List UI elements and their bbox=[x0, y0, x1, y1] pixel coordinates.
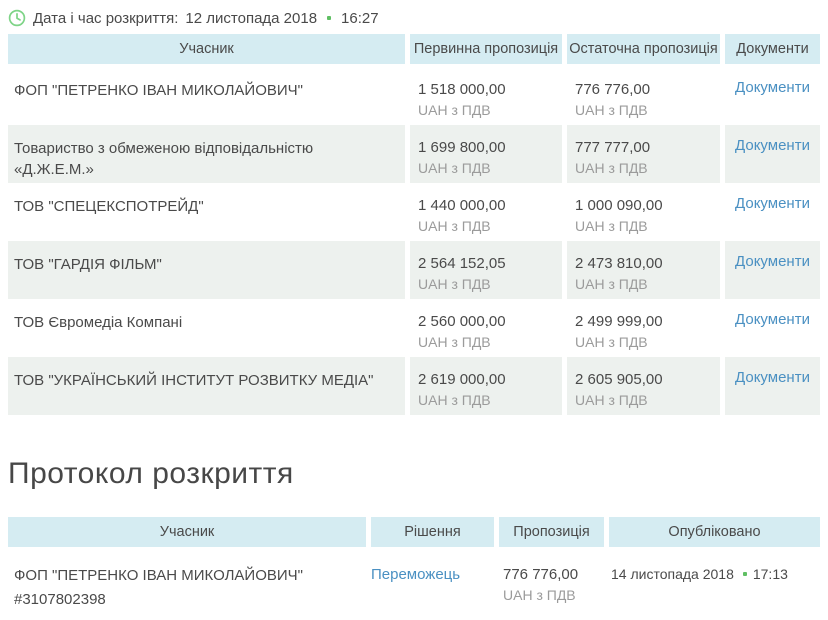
bid-amount: 2 619 000,00 bbox=[418, 369, 554, 390]
column-header-bid: Пропозиція bbox=[499, 517, 604, 547]
participant-name: Товариство з обмеженою відповідальністю … bbox=[8, 125, 405, 183]
disclosure-datetime-line: Дата і час розкриття: 12 листопада 2018 … bbox=[8, 9, 828, 27]
column-header-participant: Учасник bbox=[8, 517, 366, 547]
currency-note: UAH з ПДВ bbox=[418, 274, 554, 295]
table-row: ФОП "ПЕТРЕНКО ІВАН МИКОЛАЙОВИЧ" 1 518 00… bbox=[8, 67, 828, 125]
bid-amount: 2 605 905,00 bbox=[575, 369, 712, 390]
documents-cell: Документи bbox=[725, 299, 820, 357]
currency-note: UAH з ПДВ bbox=[503, 585, 604, 606]
table-row: ТОВ "СПЕЦЕКСПОТРЕЙД" 1 440 000,00 UAH з … bbox=[8, 183, 828, 241]
final-bid-cell: 776 776,00 UAH з ПДВ bbox=[567, 67, 720, 125]
clock-icon bbox=[8, 9, 26, 27]
bid-amount: 2 473 810,00 bbox=[575, 253, 712, 274]
bid-amount: 776 776,00 bbox=[575, 79, 712, 100]
currency-note: UAH з ПДВ bbox=[418, 216, 554, 237]
currency-note: UAH з ПДВ bbox=[575, 332, 712, 353]
final-bid-cell: 2 499 999,00 UAH з ПДВ bbox=[567, 299, 720, 357]
protocol-header-row: Учасник Рішення Пропозиція Опубліковано bbox=[8, 517, 828, 547]
published-date: 14 листопада 2018 bbox=[611, 565, 734, 583]
currency-note: UAH з ПДВ bbox=[575, 158, 712, 179]
table-row: ТОВ "ГАРДІЯ ФІЛЬМ" 2 564 152,05 UAH з ПД… bbox=[8, 241, 828, 299]
initial-bid-cell: 1 699 800,00 UAH з ПДВ bbox=[410, 125, 562, 183]
currency-note: UAH з ПДВ bbox=[575, 216, 712, 237]
bids-table-header-row: Учасник Первинна пропозиція Остаточна пр… bbox=[8, 34, 828, 64]
bid-cell: 776 776,00 UAH з ПДВ bbox=[499, 552, 604, 608]
documents-link[interactable]: Документи bbox=[735, 253, 810, 270]
table-row: ФОП "ПЕТРЕНКО ІВАН МИКОЛАЙОВИЧ" #3107802… bbox=[8, 552, 828, 608]
bid-amount: 1 440 000,00 bbox=[418, 195, 554, 216]
participant-name: ТОВ "ГАРДІЯ ФІЛЬМ" bbox=[8, 241, 405, 299]
currency-note: UAH з ПДВ bbox=[575, 100, 712, 121]
initial-bid-cell: 1 440 000,00 UAH з ПДВ bbox=[410, 183, 562, 241]
initial-bid-cell: 2 619 000,00 UAH з ПДВ bbox=[410, 357, 562, 415]
final-bid-cell: 2 605 905,00 UAH з ПДВ bbox=[567, 357, 720, 415]
column-header-decision: Рішення bbox=[371, 517, 494, 547]
documents-link[interactable]: Документи bbox=[735, 369, 810, 386]
documents-link[interactable]: Документи bbox=[735, 195, 810, 212]
published-time: 17:13 bbox=[753, 565, 788, 583]
disclosure-label: Дата і час розкриття: bbox=[33, 10, 178, 27]
disclosure-date: 12 листопада 2018 bbox=[185, 10, 317, 27]
currency-note: UAH з ПДВ bbox=[418, 332, 554, 353]
documents-cell: Документи bbox=[725, 67, 820, 125]
winner-link[interactable]: Переможець bbox=[371, 566, 460, 583]
documents-cell: Документи bbox=[725, 125, 820, 183]
currency-note: UAH з ПДВ bbox=[575, 390, 712, 411]
column-header-published: Опубліковано bbox=[609, 517, 820, 547]
bid-amount: 777 777,00 bbox=[575, 137, 712, 158]
currency-note: UAH з ПДВ bbox=[418, 158, 554, 179]
participant-name: ТОВ "СПЕЦЕКСПОТРЕЙД" bbox=[8, 183, 405, 241]
final-bid-cell: 1 000 090,00 UAH з ПДВ bbox=[567, 183, 720, 241]
protocol-title: Протокол розкриття bbox=[8, 457, 828, 490]
currency-note: UAH з ПДВ bbox=[418, 390, 554, 411]
decision-cell: Переможець bbox=[371, 552, 494, 608]
documents-link[interactable]: Документи bbox=[735, 79, 810, 96]
bid-amount: 1 699 800,00 bbox=[418, 137, 554, 158]
initial-bid-cell: 1 518 000,00 UAH з ПДВ bbox=[410, 67, 562, 125]
bid-amount: 2 499 999,00 bbox=[575, 311, 712, 332]
green-dot-separator bbox=[327, 16, 331, 20]
column-header-documents: Документи bbox=[725, 34, 820, 64]
participant-name: ТОВ "УКРАЇНСЬКИЙ ІНСТИТУТ РОЗВИТКУ МЕДІА… bbox=[8, 357, 405, 415]
column-header-final-bid: Остаточна пропозиція bbox=[567, 34, 720, 64]
documents-link[interactable]: Документи bbox=[735, 137, 810, 154]
currency-note: UAH з ПДВ bbox=[575, 274, 712, 295]
bid-amount: 2 564 152,05 bbox=[418, 253, 554, 274]
final-bid-cell: 777 777,00 UAH з ПДВ bbox=[567, 125, 720, 183]
published-cell: 14 листопада 2018 17:13 bbox=[609, 552, 820, 608]
documents-cell: Документи bbox=[725, 241, 820, 299]
table-row: ТОВ "УКРАЇНСЬКИЙ ІНСТИТУТ РОЗВИТКУ МЕДІА… bbox=[8, 357, 828, 415]
documents-cell: Документи bbox=[725, 183, 820, 241]
disclosure-time: 16:27 bbox=[341, 10, 379, 27]
documents-link[interactable]: Документи bbox=[735, 311, 810, 328]
participant-id: #3107802398 bbox=[14, 588, 356, 612]
bid-amount: 2 560 000,00 bbox=[418, 311, 554, 332]
participant-name: ТОВ Євромедіа Компані bbox=[8, 299, 405, 357]
participant-cell: ФОП "ПЕТРЕНКО ІВАН МИКОЛАЙОВИЧ" #3107802… bbox=[8, 552, 366, 608]
bid-amount: 1 518 000,00 bbox=[418, 79, 554, 100]
table-row: Товариство з обмеженою відповідальністю … bbox=[8, 125, 828, 183]
initial-bid-cell: 2 560 000,00 UAH з ПДВ bbox=[410, 299, 562, 357]
currency-note: UAH з ПДВ bbox=[418, 100, 554, 121]
documents-cell: Документи bbox=[725, 357, 820, 415]
initial-bid-cell: 2 564 152,05 UAH з ПДВ bbox=[410, 241, 562, 299]
final-bid-cell: 2 473 810,00 UAH з ПДВ bbox=[567, 241, 720, 299]
column-header-initial-bid: Первинна пропозиція bbox=[410, 34, 562, 64]
bid-amount: 1 000 090,00 bbox=[575, 195, 712, 216]
table-row: ТОВ Євромедіа Компані 2 560 000,00 UAH з… bbox=[8, 299, 828, 357]
participant-name: ФОП "ПЕТРЕНКО ІВАН МИКОЛАЙОВИЧ" bbox=[8, 67, 405, 125]
participant-name: ФОП "ПЕТРЕНКО ІВАН МИКОЛАЙОВИЧ" bbox=[14, 564, 356, 588]
bid-amount: 776 776,00 bbox=[503, 564, 604, 585]
green-dot-separator bbox=[743, 572, 747, 576]
protocol-table: Учасник Рішення Пропозиція Опубліковано … bbox=[8, 517, 828, 608]
column-header-participant: Учасник bbox=[8, 34, 405, 64]
bids-table: Учасник Первинна пропозиція Остаточна пр… bbox=[8, 34, 828, 415]
